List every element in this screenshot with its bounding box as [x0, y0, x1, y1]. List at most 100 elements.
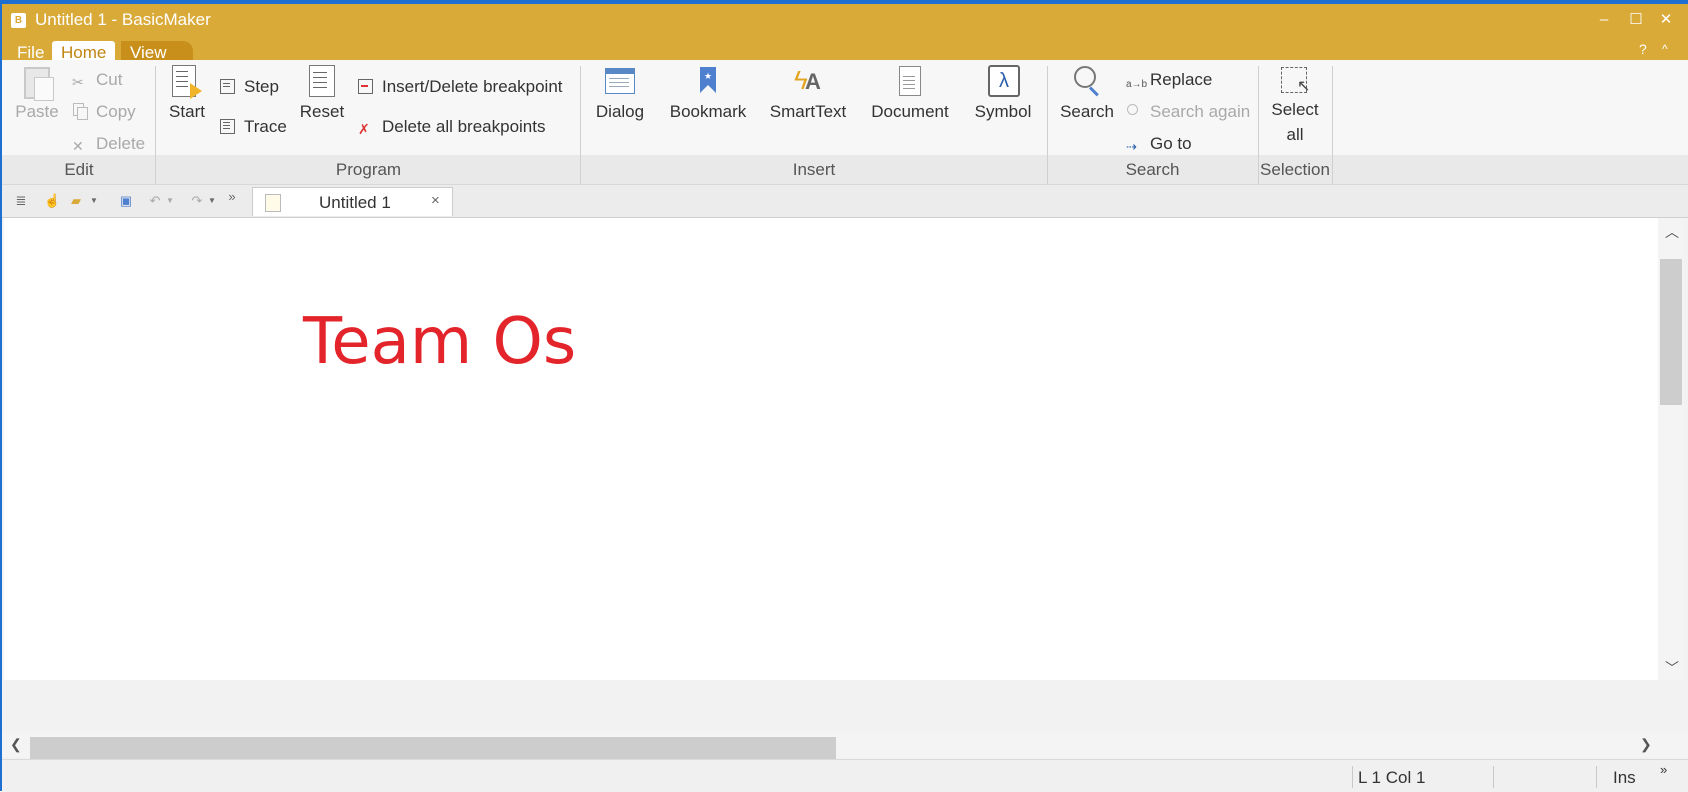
search-label: Search: [1060, 102, 1114, 121]
delete-label: Delete: [96, 134, 146, 153]
maximize-button[interactable]: ☐: [1622, 8, 1650, 32]
search-again-label: Search again: [1150, 102, 1251, 121]
select-all-button[interactable]: ↖ Select all: [1264, 65, 1326, 147]
replace-label: Replace: [1150, 70, 1213, 89]
smarttext-icon: ϟ A: [794, 65, 821, 95]
dropdown-arrow-icon[interactable]: ▼: [86, 193, 102, 209]
insert-mode[interactable]: Ins: [1613, 768, 1636, 788]
document-tab-icon: [265, 194, 281, 212]
search-icon: [1070, 65, 1104, 99]
paste-label: Paste: [15, 102, 59, 121]
reset-label: Reset: [299, 102, 345, 121]
scroll-down-icon[interactable]: ﹀: [1665, 658, 1679, 678]
step-icon: [220, 78, 236, 94]
symbol-button[interactable]: λ Symbol: [970, 65, 1036, 122]
dialog-button[interactable]: Dialog: [592, 65, 648, 122]
delete-breakpoints-icon: ✗: [358, 121, 370, 137]
status-divider: [1493, 766, 1494, 788]
dialog-label: Dialog: [595, 102, 645, 121]
document-text[interactable]: Team Os: [303, 305, 576, 379]
start-label: Start: [169, 102, 205, 121]
smarttext-label: SmartText: [769, 102, 847, 121]
paste-button[interactable]: Paste: [12, 65, 62, 122]
menu-lines-icon[interactable]: ≣: [13, 193, 29, 209]
scissors-icon: ✂: [72, 74, 84, 90]
editor-area[interactable]: Team Os: [4, 218, 1658, 680]
breakpoint-icon: [358, 78, 374, 94]
select-all-icon: ↖: [1278, 65, 1312, 99]
smarttext-button[interactable]: ϟ A SmartText: [766, 65, 850, 122]
cut-label: Cut: [96, 70, 123, 89]
help-icon[interactable]: ?: [1639, 41, 1647, 57]
redo-icon[interactable]: ↷: [189, 193, 205, 209]
group-label-insert: Insert: [792, 160, 836, 179]
app-icon: B: [11, 13, 26, 28]
trace-icon: [220, 118, 236, 134]
symbol-label: Symbol: [974, 102, 1032, 121]
document-icon: [893, 65, 927, 99]
scroll-left-icon[interactable]: ❮: [10, 736, 22, 753]
group-label-program: Program: [335, 160, 402, 179]
delete-x-icon: ✕: [72, 138, 84, 154]
group-label-selection: Selection: [1260, 160, 1330, 179]
close-button[interactable]: ✕: [1652, 8, 1680, 32]
status-bar: L 1 Col 1 Ins »: [2, 759, 1688, 792]
scroll-up-icon[interactable]: ︿: [1665, 222, 1679, 242]
status-more-icon[interactable]: »: [1660, 762, 1667, 777]
go-to-label: Go to: [1150, 134, 1192, 153]
open-folder-icon[interactable]: ▰: [68, 193, 84, 209]
delete-all-breakpoints-button[interactable]: ✗ Delete all breakpoints: [358, 117, 545, 137]
minimize-button[interactable]: –: [1590, 8, 1618, 32]
select-all-label-line2: all: [1286, 125, 1304, 144]
app-window: B Untitled 1 - BasicMaker – ☐ ✕ File Hom…: [2, 4, 1688, 792]
search-again-button[interactable]: Search again: [1126, 102, 1250, 122]
redo-dropdown-icon[interactable]: ▼: [204, 193, 220, 209]
window-frame: B Untitled 1 - BasicMaker – ☐ ✕ File Hom…: [0, 0, 1688, 792]
close-tab-icon[interactable]: ×: [431, 192, 440, 209]
group-label-edit: Edit: [64, 160, 94, 179]
copy-label: Copy: [96, 102, 136, 121]
group-divider: [1332, 66, 1333, 184]
undo-dropdown-icon[interactable]: ▼: [162, 193, 178, 209]
delete-all-breakpoints-label: Delete all breakpoints: [382, 117, 546, 136]
select-all-label-line1: Select: [1271, 100, 1319, 119]
vertical-scroll-thumb[interactable]: [1660, 259, 1682, 405]
search-button[interactable]: Search: [1058, 65, 1116, 122]
window-title: Untitled 1 - BasicMaker: [35, 10, 211, 29]
go-to-arrow-icon: ⇢: [1126, 139, 1137, 154]
scroll-right-icon[interactable]: ❯: [1640, 736, 1652, 753]
paste-icon: [20, 65, 54, 101]
undo-icon[interactable]: ↶: [147, 193, 163, 209]
cut-button[interactable]: ✂ Cut: [72, 70, 122, 90]
status-divider: [1596, 766, 1597, 788]
insert-delete-breakpoint-label: Insert/Delete breakpoint: [382, 77, 563, 96]
save-icon[interactable]: ▣: [118, 193, 134, 209]
bookmark-label: Bookmark: [669, 102, 747, 121]
copy-icon: [72, 103, 88, 120]
overflow-chevron-icon[interactable]: »: [224, 189, 240, 205]
collapse-ribbon-icon[interactable]: ^: [1662, 42, 1668, 56]
start-run-icon: [170, 65, 204, 99]
replace-button[interactable]: a→b Replace: [1126, 70, 1212, 95]
title-bar: B Untitled 1 - BasicMaker – ☐ ✕ File Hom…: [2, 4, 1688, 65]
insert-delete-breakpoint-button[interactable]: Insert/Delete breakpoint: [358, 77, 563, 97]
document-tab[interactable]: Untitled 1 ×: [252, 187, 453, 216]
ribbon: Paste ✂ Cut Copy ✕ Delete Edit Start Step …: [2, 60, 1688, 185]
lambda-symbol-icon: λ: [986, 65, 1020, 99]
replace-icon: a→b: [1126, 79, 1148, 90]
reset-button[interactable]: Reset: [298, 65, 346, 122]
trace-button[interactable]: Trace: [220, 117, 287, 137]
horizontal-scroll-thumb[interactable]: [30, 737, 836, 759]
delete-button[interactable]: ✕ Delete: [72, 134, 145, 154]
trace-label: Trace: [244, 117, 287, 136]
hand-icon[interactable]: ☝: [44, 193, 60, 209]
step-button[interactable]: Step: [220, 77, 279, 97]
status-divider: [1352, 766, 1353, 788]
copy-button[interactable]: Copy: [72, 102, 136, 122]
start-button[interactable]: Start: [164, 65, 210, 122]
group-label-search: Search: [1125, 160, 1180, 179]
document-button[interactable]: Document: [868, 65, 952, 122]
go-to-button[interactable]: ⇢ Go to: [1126, 134, 1192, 155]
bookmark-button[interactable]: ★ Bookmark: [666, 65, 750, 122]
bookmark-icon: ★: [691, 65, 725, 99]
